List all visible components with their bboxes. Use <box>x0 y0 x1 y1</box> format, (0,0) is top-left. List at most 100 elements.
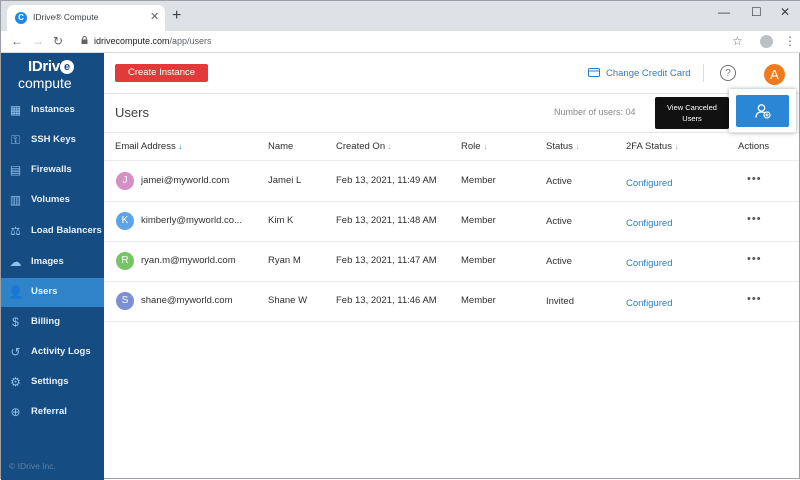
back-icon[interactable]: ← <box>11 34 23 48</box>
sidebar-item-users[interactable]: 👤 Users <box>1 278 104 307</box>
column-header-email-label: Email Address <box>115 141 176 152</box>
new-tab-icon[interactable]: + <box>172 7 181 25</box>
billing-icon: $ <box>12 315 19 329</box>
sidebar-item-activity-logs[interactable]: ↺ Activity Logs <box>1 338 104 367</box>
forward-icon[interactable]: → <box>32 34 44 48</box>
url-host: idrivecompute.com <box>94 36 170 46</box>
sidebar-item-referral[interactable]: ⊕ Referral <box>1 398 104 427</box>
user-avatar: S <box>116 292 134 310</box>
column-header-created[interactable]: Created On ↓ <box>336 141 392 152</box>
user-avatar: R <box>116 252 134 270</box>
sidebar-item-label: Referral <box>31 406 67 417</box>
sidebar-item-load-balancers[interactable]: ⚖ Load Balancers <box>1 217 104 246</box>
table-row[interactable]: Kkimberly@myworld.co... Kim K Feb 13, 2021… <box>104 201 799 241</box>
view-canceled-users-button[interactable]: View Canceled Users <box>655 97 729 129</box>
sidebar-item-label: Images <box>31 256 64 267</box>
column-header-email[interactable]: Email Address ↓ <box>115 141 182 152</box>
add-user-button[interactable] <box>736 95 789 127</box>
sidebar-item-images[interactable]: ☁ Images <box>1 248 104 277</box>
url-path: /app/users <box>169 36 212 46</box>
sort-icon: ↓ <box>674 142 679 151</box>
address-bar: ← → ↻ idrivecompute.com/app/users ☆ ⋮ <box>1 31 800 53</box>
load-balancer-icon: ⚖ <box>10 224 21 238</box>
sidebar-item-label: Instances <box>31 104 75 115</box>
sidebar-item-ssh-keys[interactable]: ⚿ SSH Keys <box>1 126 104 155</box>
sidebar-item-label: Firewalls <box>31 164 72 175</box>
sidebar-item-label: Volumes <box>31 194 70 205</box>
name-cell: Kim K <box>268 215 294 226</box>
change-credit-card-link[interactable]: Change Credit Card <box>606 68 691 79</box>
column-header-created-label: Created On <box>336 141 386 152</box>
header-divider <box>703 64 704 82</box>
account-avatar[interactable]: A <box>764 64 785 85</box>
sidebar-item-settings[interactable]: ⚙ Settings <box>1 368 104 397</box>
create-instance-button[interactable]: Create Instance <box>115 64 208 82</box>
add-user-icon <box>755 104 771 119</box>
table-top-border <box>104 132 799 133</box>
twofa-status-link[interactable]: Configured <box>626 178 672 189</box>
reload-icon[interactable]: ↻ <box>53 34 63 48</box>
status-cell: Active <box>546 216 572 227</box>
referral-icon: ⊕ <box>10 405 21 419</box>
status-cell: Active <box>546 176 572 187</box>
add-user-highlight <box>729 89 796 133</box>
url-field[interactable]: idrivecompute.com/app/users <box>94 36 212 46</box>
instances-icon: ▦ <box>9 103 22 117</box>
key-icon: ⚿ <box>10 133 21 147</box>
credit-card-icon[interactable] <box>588 68 600 77</box>
sidebar-item-volumes[interactable]: ▥ Volumes <box>1 186 104 215</box>
sidebar-item-instances[interactable]: ▦ Instances <box>1 96 104 125</box>
name-cell: Ryan M <box>268 255 301 266</box>
sidebar-item-billing[interactable]: $ Billing <box>1 308 104 337</box>
column-header-2fa[interactable]: 2FA Status ↓ <box>626 141 679 152</box>
close-window-icon[interactable]: ✕ <box>780 5 790 19</box>
maximize-icon[interactable]: ☐ <box>751 5 762 19</box>
sort-icon: ↓ <box>483 142 488 151</box>
twofa-status-link[interactable]: Configured <box>626 258 672 269</box>
more-actions-icon[interactable]: ••• <box>747 173 762 185</box>
help-icon[interactable]: ? <box>720 65 736 81</box>
status-cell: Active <box>546 256 572 267</box>
column-header-status[interactable]: Status ↓ <box>546 141 580 152</box>
activity-logs-icon: ↺ <box>10 345 21 359</box>
user-icon: 👤 <box>8 285 23 299</box>
email-cell: shane@myworld.com <box>141 295 233 306</box>
sidebar-item-firewalls[interactable]: ▤ Firewalls <box>1 156 104 185</box>
table-row[interactable]: Jjamei@myworld.com Jamei L Feb 13, 2021, 1… <box>104 161 799 201</box>
browser-tab[interactable]: C IDrive® Compute ✕ <box>7 5 165 31</box>
twofa-status-link[interactable]: Configured <box>626 298 672 309</box>
sort-down-icon: ↓ <box>178 142 183 151</box>
sort-icon: ↓ <box>387 142 392 151</box>
view-canceled-line1: View Canceled <box>667 103 717 112</box>
email-cell: jamei@myworld.com <box>141 175 230 186</box>
sidebar-item-label: Load Balancers <box>31 225 102 236</box>
more-actions-icon[interactable]: ••• <box>747 293 762 305</box>
more-actions-icon[interactable]: ••• <box>747 253 762 265</box>
logo-e: e <box>59 60 74 74</box>
status-cell: Invited <box>546 296 574 307</box>
created-cell: Feb 13, 2021, 11:47 AM <box>336 255 437 266</box>
profile-icon[interactable] <box>760 35 773 48</box>
firewall-icon: ▤ <box>9 163 22 177</box>
email-cell: kimberly@myworld.co... <box>141 215 242 226</box>
table-row[interactable]: Rryan.m@myworld.com Ryan M Feb 13, 2021, 1… <box>104 241 799 281</box>
more-actions-icon[interactable]: ••• <box>747 213 762 225</box>
user-count: Number of users: 04 <box>554 107 636 117</box>
twofa-status-link[interactable]: Configured <box>626 218 672 229</box>
table-row[interactable]: Sshane@myworld.com Shane W Feb 13, 2021, 1… <box>104 281 799 321</box>
gear-icon: ⚙ <box>10 375 21 389</box>
browser-menu-icon[interactable]: ⋮ <box>784 34 796 48</box>
role-cell: Member <box>461 215 496 226</box>
close-tab-icon[interactable]: ✕ <box>150 10 159 23</box>
sidebar-item-label: Settings <box>31 376 69 387</box>
copyright: © IDrive Inc. <box>9 461 56 471</box>
role-cell: Member <box>461 175 496 186</box>
logo: IDriv e <box>28 58 74 75</box>
minimize-icon[interactable]: — <box>718 5 730 19</box>
tab-strip: C IDrive® Compute ✕ + — ☐ ✕ <box>1 1 800 31</box>
column-header-role[interactable]: Role ↓ <box>461 141 487 152</box>
email-cell: ryan.m@myworld.com <box>141 255 236 266</box>
user-avatar: K <box>116 212 134 230</box>
bookmark-star-icon[interactable]: ☆ <box>732 34 743 48</box>
sidebar-item-label: SSH Keys <box>31 134 76 145</box>
